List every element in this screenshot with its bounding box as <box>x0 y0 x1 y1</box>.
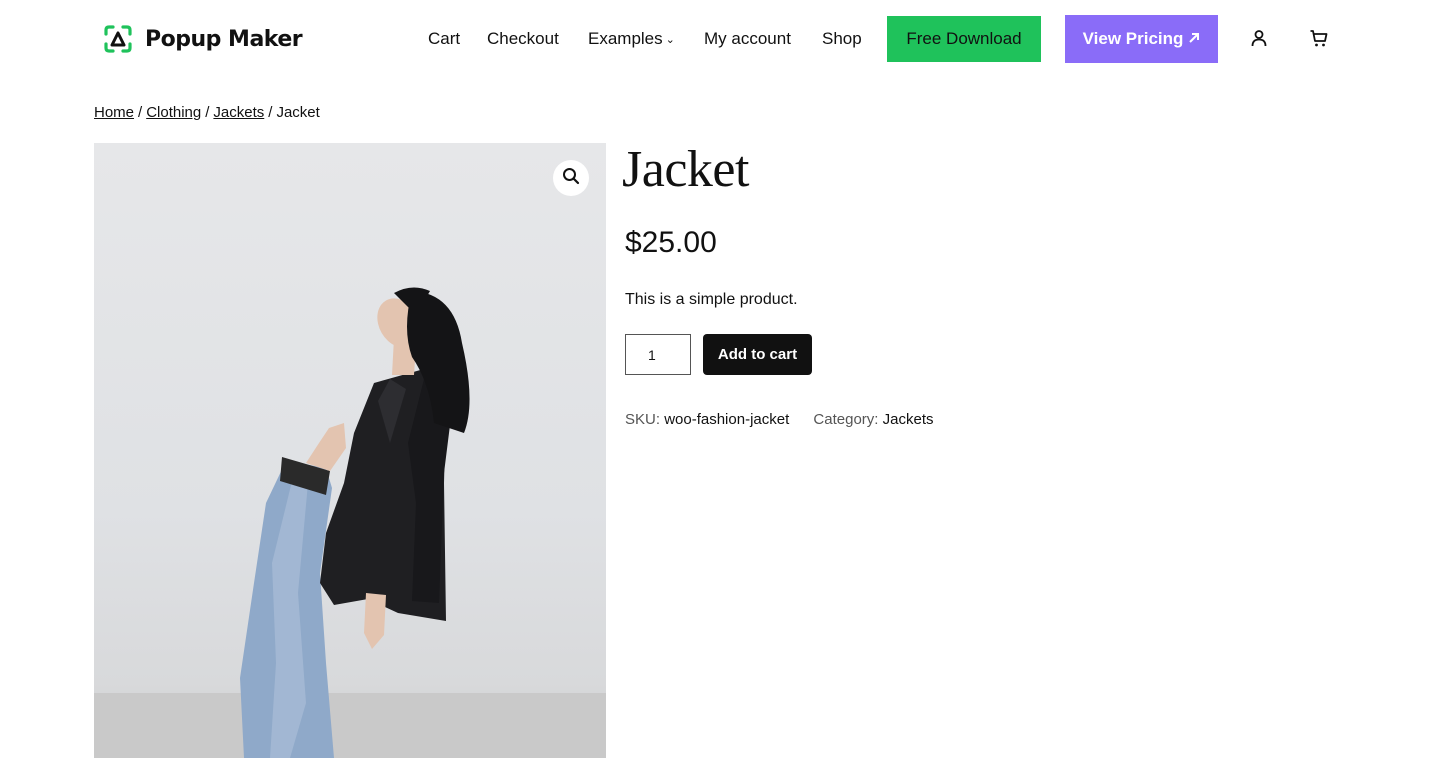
category-label: Category: <box>813 411 879 428</box>
breadcrumb: Home / Clothing / Jackets / Jacket <box>94 104 320 121</box>
user-icon[interactable] <box>1249 28 1269 48</box>
nav-my-account[interactable]: My account <box>704 29 791 49</box>
free-download-button[interactable]: Free Download <box>887 16 1041 62</box>
breadcrumb-separator: / <box>138 104 143 121</box>
free-download-label: Free Download <box>906 29 1022 48</box>
site-header: Popup Maker Cart Checkout Examples ⌄ My a… <box>0 0 1438 80</box>
add-to-cart-label: Add to cart <box>717 346 798 363</box>
arrow-up-right-icon <box>1188 29 1200 49</box>
view-pricing-label: View Pricing <box>1082 29 1184 48</box>
magnify-icon <box>562 167 580 190</box>
sku-value: woo-fashion-jacket <box>664 411 790 428</box>
product-title: Jacket <box>622 141 749 198</box>
breadcrumb-separator: / <box>268 104 273 121</box>
breadcrumb-clothing[interactable]: Clothing <box>146 104 201 121</box>
product-short-description: This is a simple product. <box>625 291 798 308</box>
category-link[interactable]: Jackets <box>883 411 934 428</box>
quantity-input[interactable] <box>625 334 691 375</box>
nav-examples-label: Examples <box>588 29 663 48</box>
nav-checkout[interactable]: Checkout <box>487 29 559 49</box>
site-logo[interactable]: Popup Maker <box>102 23 303 55</box>
product-price: $25.00 <box>625 226 717 259</box>
breadcrumb-home[interactable]: Home <box>94 104 134 121</box>
image-zoom-button[interactable] <box>553 160 589 196</box>
breadcrumb-current: Jacket <box>276 104 320 121</box>
nav-shop[interactable]: Shop <box>822 29 862 49</box>
popup-maker-logo-icon <box>102 23 134 55</box>
breadcrumb-separator: / <box>205 104 210 121</box>
nav-examples[interactable]: Examples ⌄ <box>588 29 675 49</box>
sku-label: SKU: <box>625 411 661 428</box>
cart-icon[interactable] <box>1309 28 1329 48</box>
add-to-cart-button[interactable]: Add to cart <box>703 334 812 375</box>
product-image[interactable] <box>94 143 606 758</box>
breadcrumb-jackets[interactable]: Jackets <box>213 104 264 121</box>
category-wrapper: Category: Jackets <box>813 411 933 428</box>
nav-cart[interactable]: Cart <box>428 29 460 49</box>
sku-wrapper: SKU: woo-fashion-jacket <box>625 411 789 428</box>
chevron-down-icon: ⌄ <box>665 34 675 46</box>
product-meta: SKU: woo-fashion-jacket Category: Jacket… <box>625 411 934 428</box>
product-photo-illustration <box>240 287 470 758</box>
view-pricing-button[interactable]: View Pricing <box>1065 15 1218 63</box>
logo-text: Popup Maker <box>145 26 303 52</box>
